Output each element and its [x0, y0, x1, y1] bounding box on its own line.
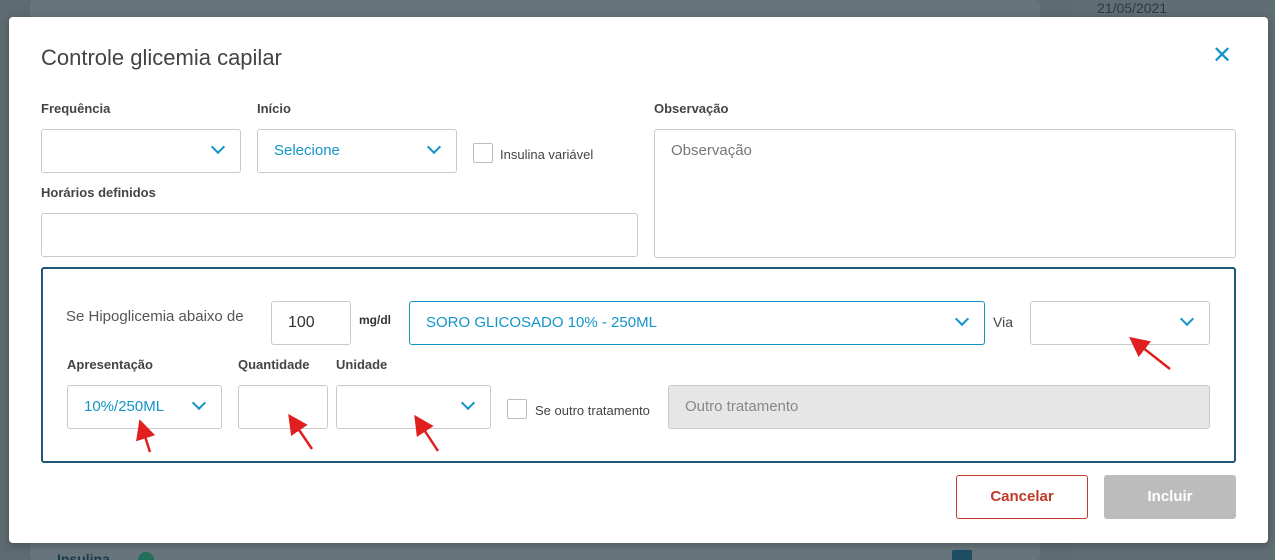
background-date: 21/05/2021	[1097, 0, 1168, 16]
apresentacao-select[interactable]: 10%/250ML	[67, 385, 222, 429]
threshold-value: 100	[288, 314, 315, 331]
inicio-value: Selecione	[274, 142, 340, 159]
frequencia-select[interactable]	[41, 129, 241, 173]
threshold-input[interactable]: 100	[271, 301, 351, 345]
medication-select[interactable]: SORO GLICOSADO 10% - 250ML	[409, 301, 985, 345]
chevron-down-icon	[1179, 311, 1195, 327]
unit-label: mg/dl	[359, 313, 391, 327]
via-label: Via	[993, 314, 1013, 330]
insulina-variavel-label: Insulina variável	[500, 147, 594, 162]
cancel-button[interactable]: Cancelar	[956, 475, 1088, 519]
hipoglicemia-section	[41, 267, 1236, 463]
outro-tratamento-checkbox-label: Se outro tratamento	[535, 403, 650, 418]
apresentacao-label: Apresentação	[67, 357, 153, 372]
horarios-label: Horários definidos	[41, 185, 156, 200]
modal-title: Controle glicemia capilar	[41, 45, 282, 70]
close-icon[interactable]: ✕	[1211, 44, 1233, 68]
quantidade-input[interactable]	[238, 385, 328, 429]
chevron-down-icon	[954, 311, 970, 327]
unidade-select[interactable]	[336, 385, 491, 429]
hipoglicemia-label: Se Hipoglicemia abaixo de	[66, 308, 244, 325]
chevron-down-icon	[210, 139, 226, 155]
insulina-variavel-checkbox[interactable]	[473, 143, 493, 163]
add-icon	[952, 550, 972, 560]
outro-tratamento-input[interactable]: Outro tratamento	[668, 385, 1210, 429]
glicemia-modal: Controle glicemia capilar ✕ Frequência I…	[9, 17, 1268, 543]
horarios-input[interactable]	[41, 213, 638, 257]
observacao-placeholder: Observação	[671, 142, 752, 159]
medication-value: SORO GLICOSADO 10% - 250ML	[426, 314, 657, 331]
frequencia-label: Frequência	[41, 101, 111, 116]
chevron-down-icon	[460, 395, 476, 411]
observacao-label: Observação	[654, 101, 729, 116]
inicio-label: Início	[257, 101, 291, 116]
via-select[interactable]	[1030, 301, 1210, 345]
unidade-label: Unidade	[336, 357, 388, 372]
chevron-down-icon	[426, 139, 442, 155]
background-section-label: Insulina	[57, 551, 110, 560]
outro-tratamento-placeholder: Outro tratamento	[685, 398, 799, 415]
chevron-down-icon	[191, 395, 207, 411]
apresentacao-value: 10%/250ML	[84, 398, 165, 415]
incluir-button[interactable]: Incluir	[1104, 475, 1236, 519]
outro-tratamento-checkbox[interactable]	[507, 399, 527, 419]
observacao-textarea[interactable]: Observação	[654, 129, 1236, 258]
quantidade-label: Quantidade	[238, 357, 310, 372]
inicio-select[interactable]: Selecione	[257, 129, 457, 173]
